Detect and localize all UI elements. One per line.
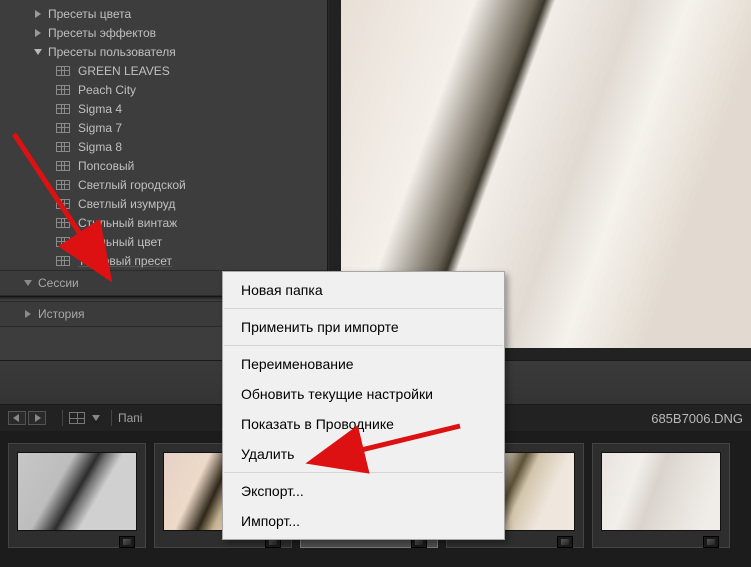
preset-item[interactable]: Попсовый [0,156,327,175]
menu-apply-on-import[interactable]: Применить при импорте [223,312,504,342]
preset-icon [56,180,70,190]
menu-export[interactable]: Экспорт... [223,476,504,506]
preset-icon [56,85,70,95]
chevron-down-icon [22,277,34,289]
section-label: Сессии [38,276,79,290]
preset-item[interactable]: Стильный цвет [0,232,327,251]
folder-label: Пресеты эффектов [48,26,156,40]
menu-label: Применить при импорте [241,319,399,335]
preset-item[interactable]: Sigma 7 [0,118,327,137]
preset-item-selected[interactable]: Тестовый пресет [0,251,327,270]
preset-icon [56,218,70,228]
menu-delete[interactable]: Удалить [223,439,504,469]
grid-view-icon[interactable] [69,412,85,424]
chevron-right-icon [22,308,34,320]
folder-label: Пресеты пользователя [48,45,176,59]
preset-icon [56,256,70,266]
preset-item[interactable]: Стильный винтаж [0,213,327,232]
preset-icon [56,237,70,247]
menu-import[interactable]: Импорт... [223,506,504,536]
preset-label: Стильный винтаж [78,216,177,230]
preset-label: Светлый изумруд [78,197,175,211]
divider [111,410,112,426]
preset-item[interactable]: Sigma 8 [0,137,327,156]
preset-label: Sigma 7 [78,121,122,135]
menu-rename[interactable]: Переименование [223,349,504,379]
filename-label: 685B7006.DNG [651,411,743,426]
preset-item[interactable]: Светлый изумруд [0,194,327,213]
presets-tree: Пресеты цвета Пресеты эффектов Пресеты п… [0,0,327,270]
preset-icon [56,123,70,133]
chevron-right-icon [32,8,44,20]
menu-label: Переименование [241,356,354,372]
preset-label: Sigma 4 [78,102,122,116]
preset-item[interactable]: GREEN LEAVES [0,61,327,80]
thumbnail[interactable] [8,443,146,548]
chevron-down-icon [32,46,44,58]
preset-item[interactable]: Светлый городской [0,175,327,194]
folder-label: Пресеты цвета [48,7,131,21]
menu-label: Удалить [241,446,294,462]
context-menu: Новая папка Применить при импорте Переим… [222,271,505,540]
menu-update-settings[interactable]: Обновить текущие настройки [223,379,504,409]
preset-icon [56,66,70,76]
menu-label: Экспорт... [241,483,304,499]
preset-icon [56,142,70,152]
preset-label: Светлый городской [78,178,186,192]
folder-color-presets[interactable]: Пресеты цвета [0,4,327,23]
preset-label: Peach City [78,83,136,97]
section-label: История [38,307,85,321]
path-label: Папі [118,411,142,425]
preset-icon [56,199,70,209]
folder-effects-presets[interactable]: Пресеты эффектов [0,23,327,42]
nav-back-button[interactable] [8,411,26,425]
preset-label: Тестовый пресет [78,254,172,268]
adjust-badge-icon [119,536,135,548]
thumbnail[interactable] [592,443,730,548]
menu-separator [224,345,503,346]
menu-label: Показать в Проводнике [241,416,394,432]
nav-forward-button[interactable] [28,411,46,425]
adjust-badge-icon [703,536,719,548]
divider [62,410,63,426]
preset-item[interactable]: Sigma 4 [0,99,327,118]
preset-icon [56,161,70,171]
preset-label: Стильный цвет [78,235,162,249]
menu-show-in-explorer[interactable]: Показать в Проводнике [223,409,504,439]
menu-label: Импорт... [241,513,300,529]
preset-label: Попсовый [78,159,134,173]
menu-new-folder[interactable]: Новая папка [223,275,504,305]
preset-label: Sigma 8 [78,140,122,154]
menu-label: Новая папка [241,282,323,298]
menu-label: Обновить текущие настройки [241,386,433,402]
preset-item[interactable]: Peach City [0,80,327,99]
menu-separator [224,308,503,309]
menu-separator [224,472,503,473]
nav-group [8,411,46,425]
folder-user-presets[interactable]: Пресеты пользователя [0,42,327,61]
chevron-right-icon [32,27,44,39]
dropdown-icon[interactable] [87,411,105,425]
preset-label: GREEN LEAVES [78,64,170,78]
adjust-badge-icon [557,536,573,548]
preset-icon [56,104,70,114]
